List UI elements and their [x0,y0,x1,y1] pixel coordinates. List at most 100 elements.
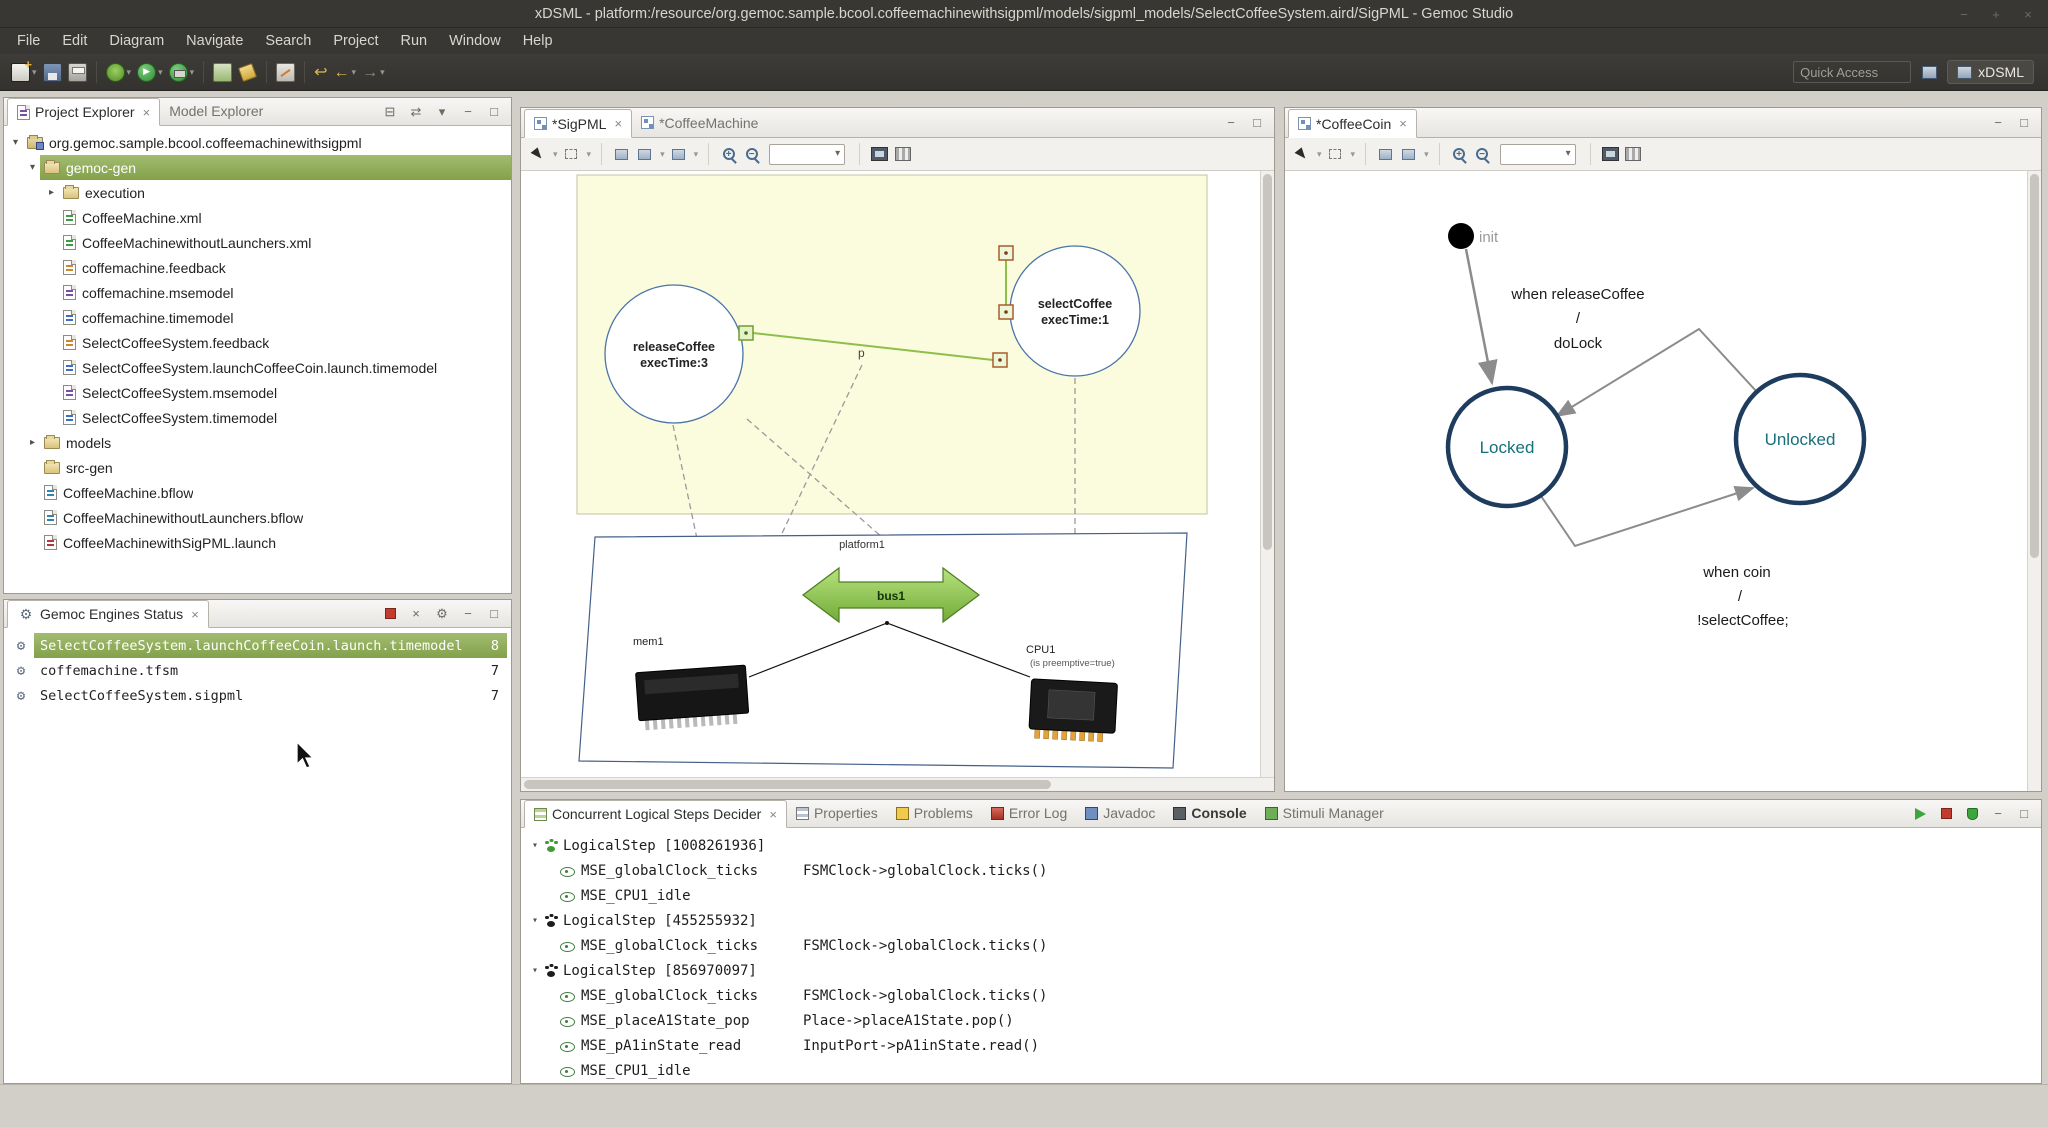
run-button[interactable]: ▾ [135,59,165,85]
layout-button[interactable] [612,145,631,164]
open-perspective-icon[interactable] [1921,64,1937,80]
tree-item[interactable]: CoffeeMachinewithoutLaunchers.xml [4,230,511,255]
marquee-tool-button[interactable] [562,145,581,164]
tab-coffeemachine[interactable]: *CoffeeMachine [632,108,767,137]
minimize-view-icon[interactable]: − [460,104,476,120]
scrollbar-thumb[interactable] [2030,174,2039,558]
expand-arrow-icon[interactable]: ▸ [25,437,40,448]
engine-options-icon[interactable]: ⚙ [434,606,450,622]
tree-item[interactable]: SelectCoffeeSystem.timemodel [4,405,511,430]
coverage-button[interactable] [211,59,234,85]
chevron-down-icon[interactable]: ▾ [380,67,385,78]
minimize-view-icon[interactable]: − [460,606,476,622]
initial-state-node[interactable] [1448,223,1474,249]
initial-transition[interactable] [1466,249,1492,383]
annotation-button[interactable] [274,59,297,85]
tab-project-explorer[interactable]: Project Explorer × [7,98,160,126]
zoom-level-combo[interactable] [1500,144,1576,165]
tree-item[interactable]: src-gen [4,455,511,480]
mse-row[interactable]: MSE_globalClock_ticks FSMClock->globalCl… [521,858,2041,883]
minimize-editor-icon[interactable]: − [1223,115,1239,131]
chevron-down-icon[interactable]: ▾ [352,67,357,78]
quick-access-input[interactable] [1793,61,1911,83]
maximize-window-icon[interactable]: + [1988,6,2004,22]
tab-coffeecoin[interactable]: *CoffeeCoin × [1288,109,1417,138]
save-button[interactable] [41,59,64,85]
tab-console[interactable]: Console [1164,799,1255,827]
zoom-in-button[interactable]: + [719,145,738,164]
tree-item[interactable]: CoffeeMachinewithoutLaunchers.bflow [4,505,511,530]
chevron-down-icon[interactable]: ▾ [1351,149,1356,160]
maximize-view-icon[interactable]: □ [486,606,502,622]
menu-window[interactable]: Window [438,30,512,52]
mse-row[interactable]: MSE_pA1inState_read InputPort->pA1inStat… [521,1033,2041,1058]
chevron-down-icon[interactable]: ▾ [190,67,195,78]
mse-row[interactable]: MSE_CPU1_idle [521,1058,2041,1083]
engine-row[interactable]: ⚙ SelectCoffeeSystem.sigpml7 [4,683,511,708]
expand-arrow-icon[interactable]: ▾ [527,965,543,976]
external-tools-button[interactable]: ▾ [167,59,197,85]
coffeecoin-canvas[interactable]: init when releaseCoffee / doLock Locked … [1285,171,2027,791]
align-button[interactable] [1399,145,1418,164]
vertical-scrollbar[interactable] [1260,171,1274,777]
tab-error-log[interactable]: Error Log [982,799,1076,827]
tree-item[interactable]: ▾org.gemoc.sample.bcool.coffeemachinewit… [4,130,511,155]
run-step-button[interactable] [1912,806,1928,822]
minimize-editor-icon[interactable]: − [1990,115,2006,131]
expand-arrow-icon[interactable]: ▾ [527,840,543,851]
close-icon[interactable]: × [614,116,622,131]
mse-row[interactable]: MSE_CPU1_idle [521,883,2041,908]
tab-sigpml[interactable]: *SigPML × [524,109,632,138]
tab-properties[interactable]: Properties [787,799,887,827]
debug-button[interactable]: ▾ [104,59,134,85]
align-button[interactable] [635,145,654,164]
tree-item[interactable]: SelectCoffeeSystem.launchCoffeeCoin.laun… [4,355,511,380]
mse-row[interactable]: MSE_placeA1State_pop Place->placeA1State… [521,1008,2041,1033]
chevron-down-icon[interactable]: ▾ [1424,149,1429,160]
export-image-button[interactable] [870,145,889,164]
chevron-down-icon[interactable]: ▾ [32,67,37,78]
back-button[interactable]: ←▾ [332,59,359,85]
tree-item[interactable]: coffemachine.timemodel [4,305,511,330]
minimize-window-icon[interactable]: − [1956,6,1972,22]
vertical-scrollbar[interactable] [2027,171,2041,791]
zoom-out-button[interactable]: − [1473,145,1492,164]
close-icon[interactable]: × [143,105,151,120]
open-task-button[interactable] [236,59,259,85]
menu-search[interactable]: Search [254,30,322,52]
tree-item-selected[interactable]: ▾gemoc-gen [4,155,511,180]
tree-item[interactable]: SelectCoffeeSystem.msemodel [4,380,511,405]
agent-releasecoffee[interactable] [605,285,743,423]
tree-item[interactable]: CoffeeMachine.xml [4,205,511,230]
zoom-in-button[interactable]: + [1450,145,1469,164]
dispose-engine-icon[interactable]: × [408,606,424,622]
menu-navigate[interactable]: Navigate [175,30,254,52]
tab-problems[interactable]: Problems [887,799,982,827]
chevron-down-icon[interactable]: ▾ [694,149,699,160]
menu-file[interactable]: File [6,30,51,52]
tab-stimuli-manager[interactable]: Stimuli Manager [1256,799,1393,827]
logical-step-row[interactable]: ▾ LogicalStep [856970097] [521,958,2041,983]
scrollbar-thumb[interactable] [1263,174,1272,550]
view-menu-icon[interactable]: ▾ [434,104,450,120]
tree-item[interactable]: coffemachine.msemodel [4,280,511,305]
menu-diagram[interactable]: Diagram [98,30,175,52]
chevron-down-icon[interactable]: ▾ [1317,149,1322,160]
engine-row-selected[interactable]: ⚙ SelectCoffeeSystem.launchCoffeeCoin.la… [4,633,511,658]
zoom-level-combo[interactable] [769,144,845,165]
mse-row[interactable]: MSE_globalClock_ticks FSMClock->globalCl… [521,983,2041,1008]
chevron-down-icon[interactable]: ▾ [158,67,163,78]
tab-javadoc[interactable]: Javadoc [1076,799,1164,827]
stop-engine-icon[interactable] [382,606,398,622]
select-tool-button[interactable] [528,145,547,164]
maximize-view-icon[interactable]: □ [2016,806,2032,822]
expand-arrow-icon[interactable]: ▾ [8,137,23,148]
input-port[interactable] [999,246,1013,260]
forward-button[interactable]: →▾ [360,59,387,85]
chevron-down-icon[interactable]: ▾ [587,149,592,160]
maximize-editor-icon[interactable]: □ [1249,115,1265,131]
minimize-view-icon[interactable]: − [1990,806,2006,822]
output-port[interactable] [739,326,753,340]
input-port[interactable] [993,353,1007,367]
xdsml-perspective-button[interactable]: xDSML [1947,60,2034,84]
